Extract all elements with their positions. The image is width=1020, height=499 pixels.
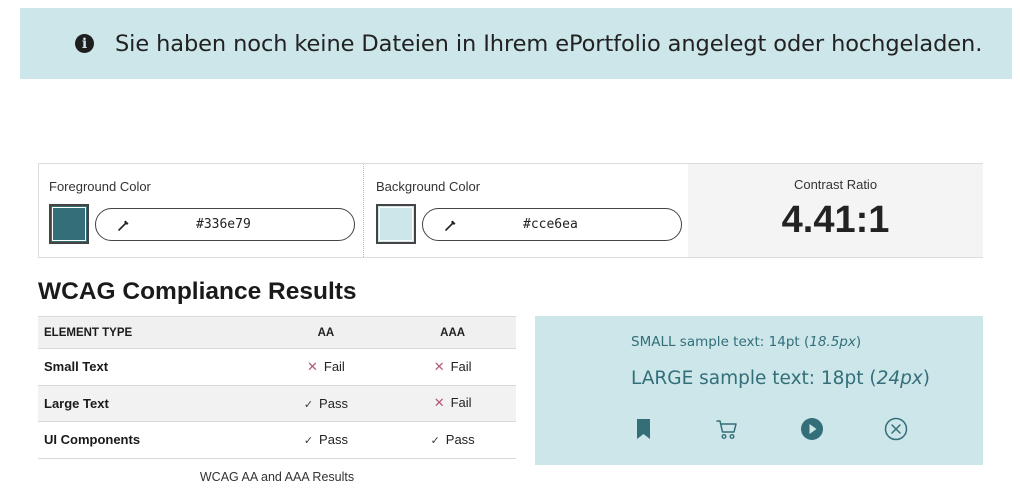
swatch-inner-border xyxy=(52,207,86,241)
result-label: Pass xyxy=(319,395,348,411)
table-caption: WCAG AA and AAA Results xyxy=(199,470,355,484)
foreground-color-label: Foreground Color xyxy=(49,179,151,194)
eyedropper-icon[interactable] xyxy=(443,217,459,233)
sample-small-prefix: SMALL sample text: 14pt ( xyxy=(631,334,810,350)
eyedropper-icon[interactable] xyxy=(116,217,132,233)
background-hex-value[interactable]: #cce6ea xyxy=(523,217,578,232)
aaa-result-cell: ✕ Fail xyxy=(389,395,516,411)
aaa-result-cell: ✓ Pass xyxy=(389,432,516,447)
fail-x-icon: ✕ xyxy=(306,358,318,374)
contrast-checker-panel: Foreground Color #336e79 Background Colo… xyxy=(38,163,983,258)
aa-result-cell: ✓ Pass xyxy=(263,396,390,411)
sample-icons-row xyxy=(631,416,931,442)
sample-large-suffix: ) xyxy=(922,368,931,389)
result-label: Fail xyxy=(450,395,472,411)
column-header-element-type: ELEMENT TYPE xyxy=(44,326,133,339)
contrast-ratio-value: 4.41:1 xyxy=(781,199,890,241)
contrast-ratio-label: Contrast Ratio xyxy=(793,177,878,192)
background-color-group: Background Color #cce6ea xyxy=(363,164,688,257)
sample-preview-box: SMALL sample text: 14pt (18.5px) LARGE s… xyxy=(535,316,983,465)
result-label: Pass xyxy=(445,432,475,448)
pass-check-icon: ✓ xyxy=(303,398,314,411)
sample-small-text: SMALL sample text: 14pt (18.5px) xyxy=(631,334,861,350)
sample-small-suffix: ) xyxy=(855,334,862,350)
aaa-result-cell: ✕ Fail xyxy=(389,359,516,375)
sample-small-px: 18.5px xyxy=(809,334,856,350)
background-color-input[interactable]: #cce6ea xyxy=(422,208,682,241)
foreground-swatch[interactable] xyxy=(49,204,89,244)
sample-large-px: 24px xyxy=(876,368,923,389)
foreground-color-input[interactable]: #336e79 xyxy=(95,208,355,241)
fail-x-icon: ✕ xyxy=(433,358,445,374)
table-row: UI Components ✓ Pass ✓ Pass xyxy=(38,422,516,459)
info-circle-icon: i xyxy=(75,34,94,53)
pass-check-icon: ✓ xyxy=(430,435,440,448)
pass-check-icon: ✓ xyxy=(303,435,314,448)
element-type-cell: Small Text xyxy=(44,359,109,375)
close-circle-icon[interactable] xyxy=(883,416,909,442)
column-header-aaa: AAA xyxy=(440,326,466,339)
results-title: WCAG Compliance Results xyxy=(38,278,357,305)
result-label: Pass xyxy=(319,432,348,448)
sample-large-text: LARGE sample text: 18pt (24px) xyxy=(631,368,930,389)
element-type-cell: UI Components xyxy=(44,432,141,448)
result-label: Fail xyxy=(450,358,472,374)
background-swatch[interactable] xyxy=(376,204,416,244)
info-banner: i Sie haben noch keine Dateien in Ihrem … xyxy=(20,8,1012,79)
swatch-inner-border xyxy=(379,207,413,241)
table-header-row: ELEMENT TYPE AA AAA xyxy=(38,316,516,349)
aa-result-cell: ✕ Fail xyxy=(263,359,390,375)
column-header-aa: AA xyxy=(317,326,335,339)
info-message: Sie haben noch keine Dateien in Ihrem eP… xyxy=(115,30,983,57)
bookmark-icon[interactable] xyxy=(631,416,657,442)
contrast-ratio-box: Contrast Ratio 4.41:1 xyxy=(688,164,983,257)
table-row: Small Text ✕ Fail ✕ Fail xyxy=(38,349,516,386)
foreground-hex-value[interactable]: #336e79 xyxy=(196,217,251,232)
foreground-color-group: Foreground Color #336e79 xyxy=(39,164,363,257)
results-table: ELEMENT TYPE AA AAA Small Text ✕ Fail ✕ Fa… xyxy=(38,316,516,459)
sample-large-prefix: LARGE sample text: 18pt ( xyxy=(631,368,877,389)
play-circle-icon[interactable] xyxy=(799,416,825,442)
table-row: Large Text ✓ Pass ✕ Fail xyxy=(38,385,516,422)
element-type-cell: Large Text xyxy=(44,395,109,411)
fail-x-icon: ✕ xyxy=(433,395,445,411)
aa-result-cell: ✓ Pass xyxy=(263,432,390,447)
result-label: Fail xyxy=(323,358,345,374)
background-color-label: Background Color xyxy=(376,179,481,194)
cart-icon[interactable] xyxy=(714,416,740,442)
